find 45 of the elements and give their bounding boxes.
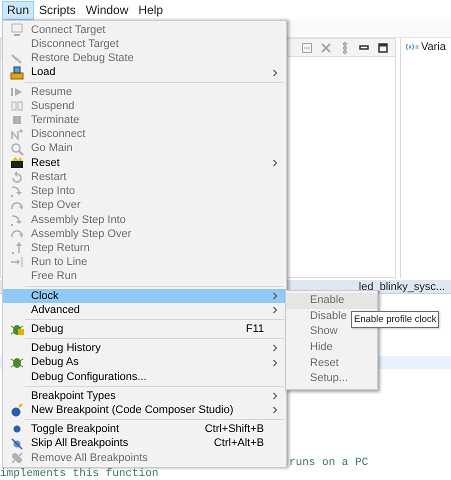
menu-bar-item[interactable]: Run — [2, 0, 34, 20]
menu-item[interactable]: Clock — [3, 288, 286, 303]
cross-icon[interactable] — [320, 42, 332, 54]
menu-item[interactable]: New Breakpoint (Code Composer Studio) — [3, 403, 286, 418]
menu-bar-item[interactable]: Window — [80, 0, 134, 20]
download-icon — [9, 66, 25, 80]
skip-breakpoints-icon — [9, 436, 25, 451]
menu-item[interactable]: Advanced — [3, 302, 286, 318]
tooltip: Enable profile clock — [351, 311, 440, 328]
collapse-icon[interactable] — [301, 42, 313, 54]
magnifier-icon — [9, 142, 25, 156]
menu-item[interactable]: Reset — [3, 156, 286, 170]
menu-item[interactable]: Toggle Breakpoint Ctrl+Shift+B — [3, 422, 286, 436]
code-line: implements this function — [0, 469, 158, 480]
shortcut-text: Ctrl+Shift+B — [204, 422, 264, 436]
menu-bar-item[interactable]: Scripts — [34, 0, 81, 20]
chip-icon — [9, 156, 25, 170]
step-return-icon — [9, 241, 25, 256]
bug-icon — [9, 322, 25, 336]
view-tab[interactable]: Varia — [421, 38, 446, 56]
menu-item[interactable]: Debug Configurations... — [3, 370, 286, 384]
menu-item[interactable]: Load — [3, 66, 286, 80]
menu-item[interactable]: Debug As — [3, 355, 286, 370]
menu-item[interactable]: Debug History — [3, 341, 286, 356]
disconnect-icon — [9, 127, 25, 142]
remove-breakpoints-icon — [9, 450, 25, 465]
shortcut-text: Ctrl+Alt+B — [214, 436, 264, 451]
code-line: runs on a PC — [289, 457, 368, 469]
step-into-icon — [9, 184, 25, 198]
menu-item[interactable]: Skip All Breakpoints Ctrl+Alt+B — [3, 436, 286, 451]
step-into-icon — [9, 212, 25, 227]
menu-item[interactable]: Debug F11 — [3, 322, 286, 336]
pause-icon — [9, 99, 25, 114]
bug-icon — [9, 355, 25, 370]
shortcut-text: F11 — [246, 322, 264, 336]
editor-tab[interactable]: led_blinky_sysc... — [358, 280, 445, 293]
maximize-icon[interactable] — [377, 42, 389, 54]
menu-bar-item[interactable]: Help — [133, 0, 168, 20]
chevron-icon — [272, 158, 278, 167]
run-to-line-icon — [9, 255, 25, 270]
variable-icon — [405, 43, 419, 51]
chevron-icon — [272, 68, 278, 77]
computer-icon — [9, 23, 25, 38]
menu-item[interactable]: Breakpoint Types — [3, 388, 286, 404]
breakpoint-icon — [9, 403, 25, 418]
